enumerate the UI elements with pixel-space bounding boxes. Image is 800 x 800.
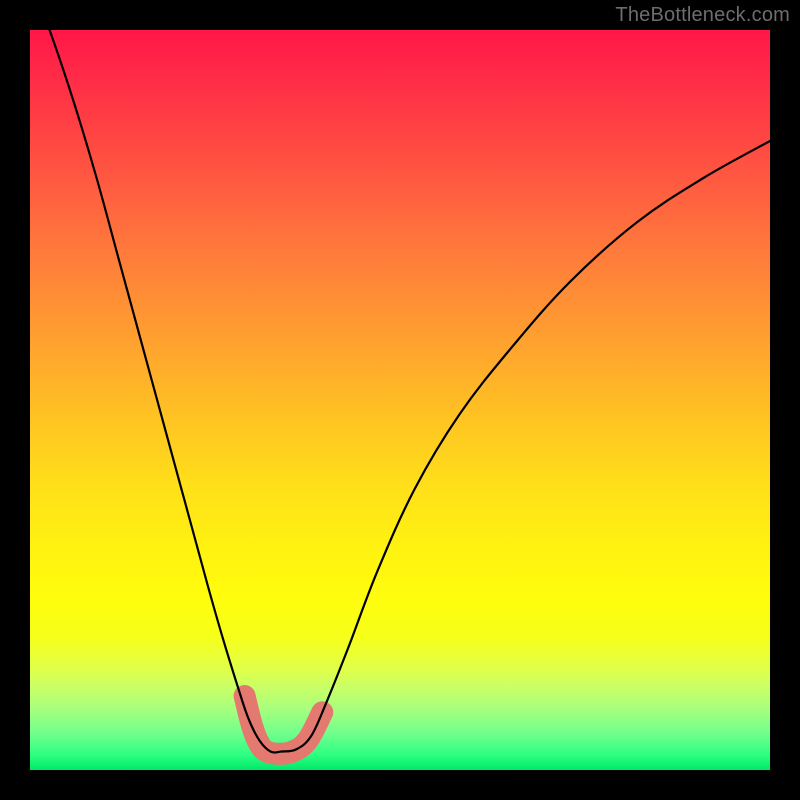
plot-area [30,30,770,770]
highlight-segment [245,696,323,754]
bottleneck-curve [30,30,770,752]
chart-frame: TheBottleneck.com [0,0,800,800]
watermark-text: TheBottleneck.com [615,4,790,27]
curve-layer [30,30,770,770]
